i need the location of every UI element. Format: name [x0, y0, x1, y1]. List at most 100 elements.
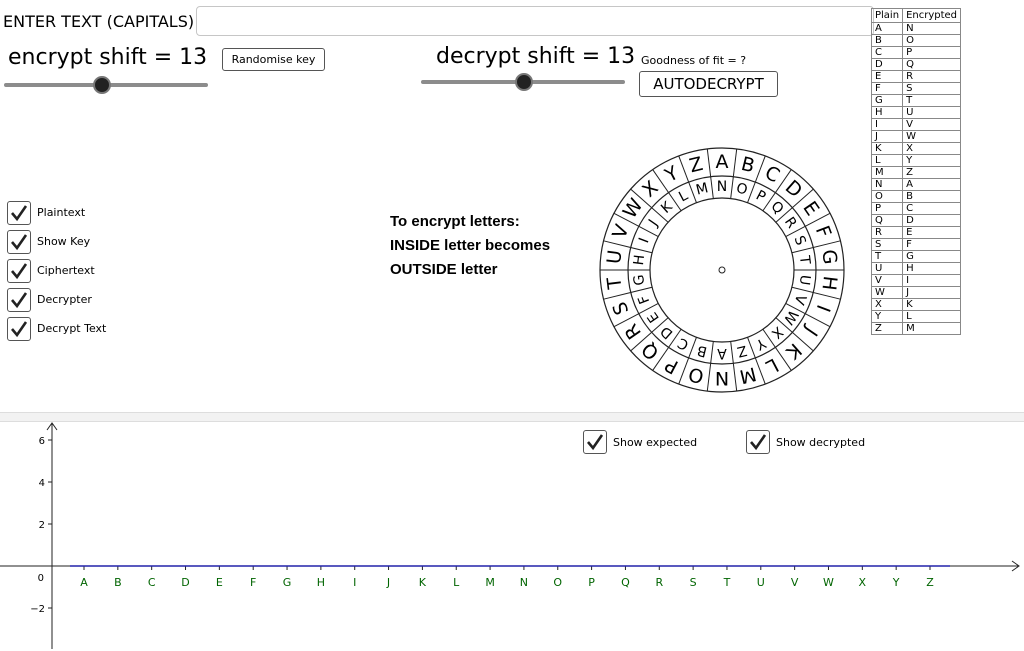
encrypted-letter-cell: B [902, 190, 962, 203]
table-row: FS [870, 82, 962, 95]
option-checkbox[interactable] [7, 229, 31, 254]
x-tick-label: M [485, 576, 495, 589]
encrypted-letter-cell: U [902, 106, 962, 119]
x-tick-label: B [114, 576, 122, 589]
display-options: Plaintext Show Key Ciphertext Decrypter Decr… [7, 198, 106, 343]
show-decrypted-checkbox[interactable] [746, 430, 770, 454]
table-row: VI [870, 274, 962, 287]
show-expected-toggle[interactable]: Show expected [583, 430, 697, 454]
table-row: OB [870, 190, 962, 203]
checkbox-row[interactable]: Plaintext [7, 198, 106, 227]
encrypted-letter-cell: I [902, 274, 962, 287]
mapping-table-wrap: Plain Encrypted ANBOCPDQERFSGTHUIVJWKXLY… [870, 8, 962, 335]
x-tick-label: U [757, 576, 765, 589]
show-decrypted-toggle[interactable]: Show decrypted [746, 430, 865, 454]
y-tick-label: 0 [38, 573, 44, 584]
table-row: JW [870, 130, 962, 143]
option-checkbox[interactable] [7, 200, 31, 225]
show-expected-checkbox[interactable] [583, 430, 607, 454]
option-checkbox[interactable] [7, 316, 31, 341]
x-tick-label: V [791, 576, 799, 589]
show-decrypted-label: Show decrypted [776, 435, 866, 449]
table-row: QD [870, 214, 962, 227]
plain-letter-cell: Y [870, 310, 904, 323]
encrypted-letter-cell: C [902, 202, 962, 215]
encrypted-letter-cell: V [902, 118, 962, 131]
encrypted-letter-cell: D [902, 214, 962, 227]
table-row: WJ [870, 286, 962, 299]
table-header-plain: Plain [870, 8, 904, 23]
x-tick-label: Z [926, 576, 934, 589]
plain-letter-cell: I [870, 118, 904, 131]
y-tick-label: 4 [39, 478, 45, 489]
x-tick-label: K [419, 576, 427, 589]
checkbox-row[interactable]: Decrypt Text [7, 314, 106, 343]
table-row: BO [870, 34, 962, 47]
checkbox-label: Plaintext [37, 206, 86, 219]
plain-letter-cell: N [870, 178, 904, 191]
table-row: YL [870, 310, 962, 323]
encrypted-letter-cell: Q [902, 58, 962, 71]
inner-letter: A [717, 345, 727, 361]
table-row: AN [870, 22, 962, 35]
plain-letter-cell: J [870, 130, 904, 143]
checkmark-icon [11, 262, 28, 279]
x-tick-label: A [80, 576, 88, 589]
instruction-line-1: To encrypt letters: [390, 213, 520, 230]
plain-letter-cell: W [870, 286, 904, 299]
plain-letter-cell: A [870, 22, 904, 35]
plaintext-input[interactable] [196, 6, 874, 36]
table-row: XK [870, 298, 962, 311]
instruction-line-3: OUTSIDE letter [390, 261, 498, 278]
encrypt-shift-label: encrypt shift = 13 [8, 45, 208, 70]
encrypted-letter-cell: W [902, 130, 962, 143]
plain-letter-cell: S [870, 238, 904, 251]
encrypted-letter-cell: N [902, 22, 962, 35]
plain-letter-cell: B [870, 34, 904, 47]
encrypted-letter-cell: P [902, 46, 962, 59]
checkmark-icon [750, 434, 767, 451]
outer-letter: U [603, 249, 627, 265]
x-tick-label: G [283, 576, 292, 589]
plain-letter-cell: V [870, 274, 904, 287]
plain-letter-cell: X [870, 298, 904, 311]
table-row: LY [870, 154, 962, 167]
encrypted-letter-cell: R [902, 70, 962, 83]
checkbox-label: Ciphertext [37, 264, 95, 277]
table-row: PC [870, 202, 962, 215]
inner-letter: N [717, 179, 727, 195]
checkbox-row[interactable]: Ciphertext [7, 256, 106, 285]
checkmark-icon [11, 204, 28, 221]
x-tick-label: D [181, 576, 189, 589]
x-tick-label: W [823, 576, 834, 589]
table-row: RE [870, 226, 962, 239]
encrypted-letter-cell: H [902, 262, 962, 275]
table-row: HU [870, 106, 962, 119]
plain-letter-cell: G [870, 94, 904, 107]
randomise-key-button[interactable]: Randomise key [222, 48, 325, 71]
decrypt-slider-handle[interactable] [515, 73, 533, 91]
encrypted-letter-cell: F [902, 238, 962, 251]
encrypt-slider-handle[interactable] [93, 76, 111, 94]
inner-letter: U [796, 274, 813, 286]
table-row: TG [870, 250, 962, 263]
option-checkbox[interactable] [7, 287, 31, 312]
plain-letter-cell: C [870, 46, 904, 59]
plain-letter-cell: O [870, 190, 904, 203]
option-checkbox[interactable] [7, 258, 31, 283]
checkmark-icon [11, 233, 28, 250]
checkbox-label: Show Key [37, 235, 91, 248]
checkbox-row[interactable]: Show Key [7, 227, 106, 256]
plain-letter-cell: F [870, 82, 904, 95]
checkbox-row[interactable]: Decrypter [7, 285, 106, 314]
plain-letter-cell: H [870, 106, 904, 119]
plain-letter-cell: Z [870, 322, 904, 335]
instructions: To encrypt letters: INSIDE letter become… [390, 210, 550, 282]
x-tick-label: E [216, 576, 223, 589]
mapping-table: Plain Encrypted ANBOCPDQERFSGTHUIVJWKXLY… [870, 8, 962, 335]
plain-letter-cell: M [870, 166, 904, 179]
inner-letter: H [631, 254, 648, 266]
inner-letter: G [631, 274, 648, 287]
autodecrypt-button[interactable]: AUTODECRYPT [639, 71, 778, 97]
x-tick-label: F [250, 576, 256, 589]
